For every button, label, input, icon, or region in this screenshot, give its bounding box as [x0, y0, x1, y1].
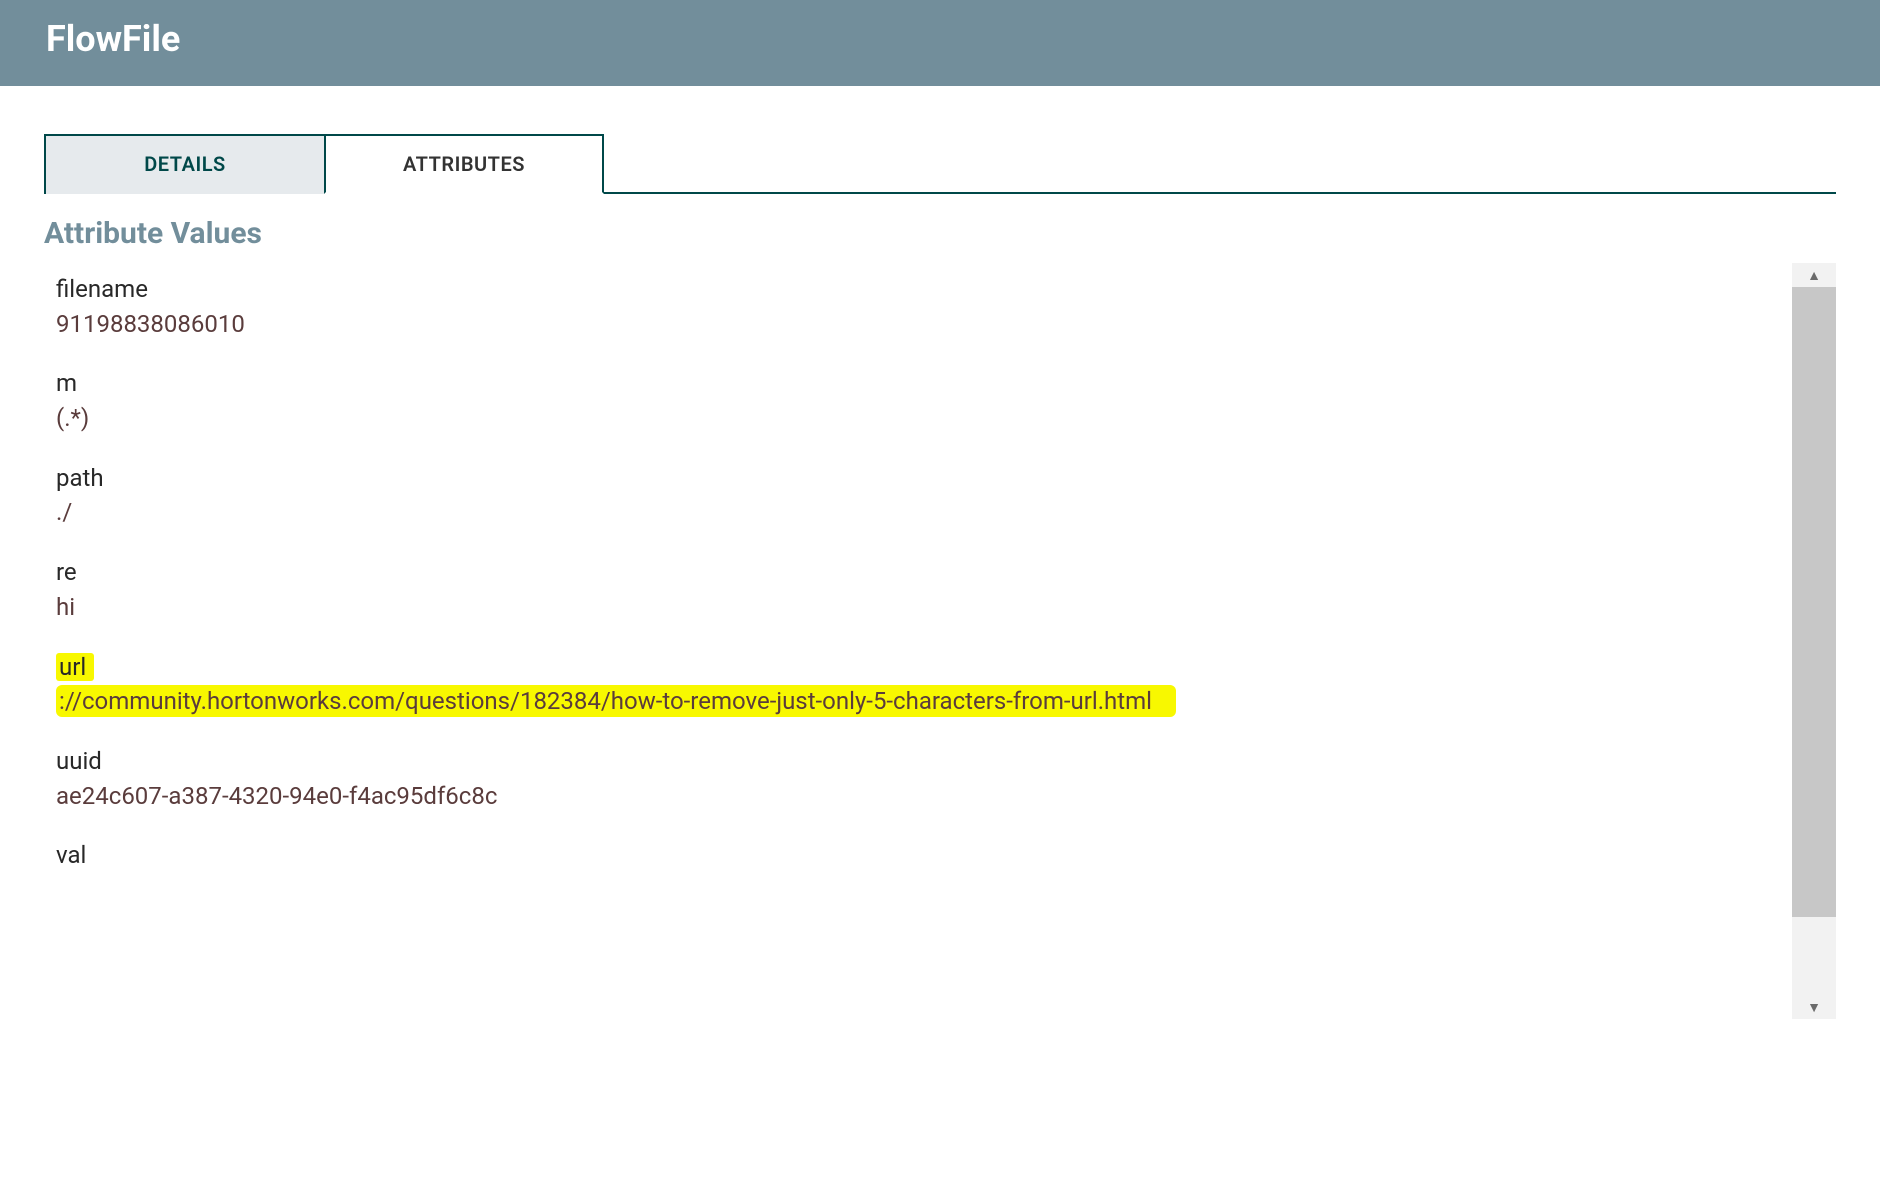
attribute-name: filename: [56, 273, 1824, 307]
attribute-name: url: [56, 653, 94, 681]
attribute-name: val: [56, 839, 1824, 873]
attribute-row-uuid: uuid ae24c607-a387-4320-94e0-f4ac95df6c8…: [56, 745, 1824, 813]
attribute-value: ae24c607-a387-4320-94e0-f4ac95df6c8c: [56, 779, 1824, 814]
section-title: Attribute Values: [44, 216, 1836, 251]
attributes-list: filename 91198838086010 m (.*) path ./ r…: [44, 263, 1836, 1019]
attribute-row-re: re hi: [56, 556, 1824, 624]
scrollbar-up-icon[interactable]: ▲: [1792, 263, 1836, 287]
attribute-value: ://community.hortonworks.com/questions/1…: [56, 685, 1176, 717]
attributes-scroll-area: filename 91198838086010 m (.*) path ./ r…: [44, 263, 1836, 1019]
tabs-row: DETAILS ATTRIBUTES: [44, 134, 1836, 194]
attribute-row-val: val: [56, 839, 1824, 873]
attribute-value: 91198838086010: [56, 307, 1824, 342]
attribute-row-m: m (.*): [56, 367, 1824, 435]
scrollbar-thumb[interactable]: [1792, 287, 1836, 917]
attribute-name: re: [56, 556, 1824, 590]
attribute-row-url: url ://community.hortonworks.com/questio…: [56, 651, 1824, 719]
attribute-name: m: [56, 367, 1824, 401]
tab-details[interactable]: DETAILS: [44, 134, 324, 194]
attribute-value: (.*): [56, 401, 1824, 436]
attribute-row-filename: filename 91198838086010: [56, 273, 1824, 341]
attribute-value: ./: [56, 495, 1824, 530]
dialog-header: FlowFile: [0, 0, 1880, 86]
attribute-value: hi: [56, 590, 1824, 625]
dialog-title: FlowFile: [46, 18, 1834, 60]
attribute-name: uuid: [56, 745, 1824, 779]
content-wrapper: DETAILS ATTRIBUTES Attribute Values file…: [0, 134, 1880, 1019]
tab-attributes[interactable]: ATTRIBUTES: [324, 134, 604, 194]
scrollbar[interactable]: ▲ ▼: [1792, 263, 1836, 1019]
attribute-name: path: [56, 462, 1824, 496]
scrollbar-down-icon[interactable]: ▼: [1792, 995, 1836, 1019]
attribute-row-path: path ./: [56, 462, 1824, 530]
